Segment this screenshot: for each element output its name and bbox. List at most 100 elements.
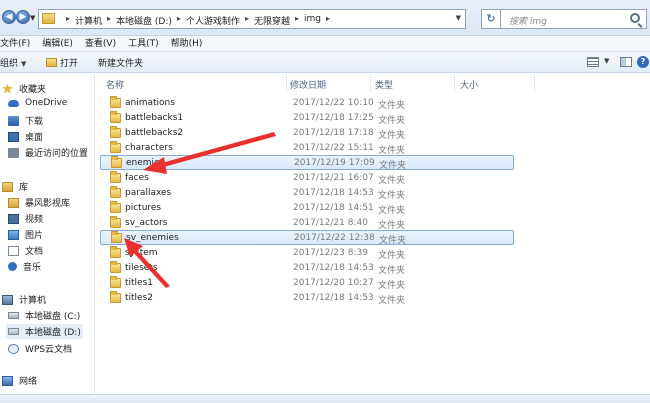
- file-name: titles2: [125, 293, 154, 303]
- folder-icon: [110, 246, 121, 258]
- file-row[interactable]: parallaxes 2017/12/18 14:53 文件夹: [100, 186, 514, 201]
- file-type: 文件夹: [378, 116, 406, 126]
- file-row[interactable]: characters 2017/12/22 15:11 文件夹: [100, 141, 514, 156]
- view-options-icon[interactable]: [587, 57, 599, 67]
- file-row[interactable]: titles2 2017/12/18 14:53 文件夹: [100, 291, 514, 306]
- organize-button[interactable]: 组织 ▼: [0, 56, 26, 69]
- open-button[interactable]: 打开: [46, 56, 78, 69]
- search-placeholder: 搜索 img: [509, 17, 547, 27]
- file-modified: 2017/12/18 17:25: [293, 113, 374, 123]
- sidebar-network[interactable]: 网络: [2, 374, 37, 387]
- breadcrumb-project[interactable]: 无限穿越: [254, 14, 290, 27]
- column-divider[interactable]: [534, 74, 535, 92]
- file-row-selected[interactable]: sv_enemies 2017/12/22 12:38 文件夹: [100, 230, 514, 246]
- file-row[interactable]: pictures 2017/12/18 14:51 文件夹: [100, 201, 514, 216]
- breadcrumb-separator-icon[interactable]: ▸: [102, 14, 116, 27]
- file-row[interactable]: battlebacks2 2017/12/18 17:18 文件夹: [100, 126, 514, 141]
- file-row[interactable]: animations 2017/12/22 10:10 文件夹: [100, 96, 514, 111]
- file-name: titles1: [125, 278, 154, 288]
- breadcrumb-separator-icon[interactable]: ▸: [61, 14, 75, 27]
- search-icon[interactable]: [630, 13, 640, 23]
- file-row-selected[interactable]: enemies 2017/12/19 17:09 文件夹: [100, 155, 514, 171]
- sidebar-item-wps-cloud[interactable]: WPS云文档: [8, 342, 72, 355]
- sidebar-item-drive-c[interactable]: 本地磁盘 (C:): [8, 309, 80, 322]
- file-row[interactable]: battlebacks1 2017/12/18 17:25 文件夹: [100, 111, 514, 126]
- file-type: 文件夹: [378, 281, 406, 291]
- file-row[interactable]: titles1 2017/12/20 10:27 文件夹: [100, 276, 514, 291]
- new-folder-button[interactable]: 新建文件夹: [98, 56, 143, 69]
- column-divider[interactable]: [454, 74, 455, 92]
- chevron-down-icon[interactable]: ▼: [604, 57, 609, 65]
- video-icon: [8, 213, 19, 224]
- help-icon[interactable]: ?: [637, 56, 649, 68]
- folder-icon: [111, 156, 122, 168]
- file-row[interactable]: faces 2017/12/21 16:07 文件夹: [100, 171, 514, 186]
- file-modified: 2017/12/22 15:11: [293, 143, 374, 153]
- star-icon: [2, 83, 13, 94]
- breadcrumb-separator-icon[interactable]: ▸: [172, 14, 186, 27]
- breadcrumb-game-dev[interactable]: 个人游戏制作: [186, 14, 240, 27]
- open-label: 打开: [60, 59, 79, 69]
- folder-icon: [111, 231, 122, 243]
- menu-edit[interactable]: 编辑(E): [36, 36, 79, 51]
- address-dropdown-icon[interactable]: ▼: [456, 14, 461, 22]
- menu-tools[interactable]: 工具(T): [122, 36, 165, 51]
- menu-file[interactable]: 文件(F): [0, 36, 36, 51]
- forward-arrow-icon[interactable]: ▶: [16, 10, 30, 24]
- column-type[interactable]: 类型: [375, 78, 393, 91]
- sidebar-item-pictures[interactable]: 图片: [8, 228, 43, 241]
- file-row[interactable]: sv_actors 2017/12/21 8:40 文件夹: [100, 216, 514, 231]
- breadcrumb-computer[interactable]: 计算机: [75, 14, 102, 27]
- sidebar-item-baofeng[interactable]: 暴风影视库: [8, 196, 70, 209]
- preview-pane-icon[interactable]: [620, 57, 632, 67]
- sidebar-item-recent[interactable]: 最近访问的位置: [8, 146, 88, 159]
- recent-pages-dropdown-icon[interactable]: ▼: [30, 14, 35, 22]
- column-header-row: 名称 修改日期 类型 大小: [96, 74, 650, 92]
- breadcrumb-separator-icon[interactable]: ▸: [321, 14, 335, 27]
- file-type: 文件夹: [379, 236, 407, 246]
- file-type: 文件夹: [378, 251, 406, 261]
- sidebar-item-onedrive[interactable]: OneDrive: [8, 98, 67, 108]
- file-modified: 2017/12/18 14:53: [293, 188, 374, 198]
- sidebar-item-label: 计算机: [19, 296, 47, 306]
- address-box[interactable]: ▸ 计算机 ▸ 本地磁盘 (D:) ▸ 个人游戏制作 ▸ 无限穿越 ▸ img …: [38, 9, 466, 29]
- cloud-icon: [8, 99, 19, 107]
- menu-help[interactable]: 帮助(H): [165, 36, 209, 51]
- breadcrumb-separator-icon[interactable]: ▸: [240, 14, 254, 27]
- sidebar-item-desktop[interactable]: 桌面: [8, 130, 43, 143]
- sidebar-item-documents[interactable]: 文档: [8, 244, 43, 257]
- sidebar-item-music[interactable]: 音乐: [8, 260, 41, 273]
- sidebar-item-videos[interactable]: 视频: [8, 212, 43, 225]
- menu-view[interactable]: 查看(V): [79, 36, 122, 51]
- breadcrumb-separator-icon[interactable]: ▸: [290, 14, 304, 27]
- column-modified[interactable]: 修改日期: [290, 78, 326, 91]
- column-size[interactable]: 大小: [460, 78, 478, 91]
- file-name: characters: [125, 143, 173, 153]
- file-name: animations: [125, 98, 175, 108]
- sidebar-item-label: 暴风影视库: [25, 199, 71, 209]
- column-divider[interactable]: [370, 74, 371, 92]
- sidebar-libraries-header[interactable]: 库: [2, 180, 28, 193]
- sidebar-favorites-header[interactable]: 收藏夹: [2, 82, 46, 95]
- file-row[interactable]: system 2017/12/23 8:39 文件夹: [100, 246, 514, 261]
- folder-icon: [110, 141, 121, 153]
- folder-icon: [110, 96, 121, 108]
- column-divider[interactable]: [286, 74, 287, 92]
- folder-icon: [110, 216, 121, 228]
- open-folder-icon: [46, 58, 57, 67]
- sidebar-item-drive-d[interactable]: 本地磁盘 (D:): [6, 324, 83, 339]
- column-name[interactable]: 名称: [106, 78, 124, 91]
- refresh-icon[interactable]: ↻: [481, 9, 501, 29]
- sidebar-item-downloads[interactable]: 下载: [8, 114, 43, 127]
- back-arrow-icon[interactable]: ◀: [2, 10, 16, 24]
- folder-icon: [110, 186, 121, 198]
- breadcrumb-img[interactable]: img: [304, 14, 321, 27]
- file-type: 文件夹: [378, 131, 406, 141]
- file-row[interactable]: tilesets 2017/12/18 14:53 文件夹: [100, 261, 514, 276]
- sidebar-item-label: 本地磁盘 (D:): [25, 328, 81, 338]
- sidebar-computer-header[interactable]: 计算机: [2, 293, 46, 306]
- search-input[interactable]: 搜索 img: [500, 9, 647, 29]
- sidebar-item-label: 最近访问的位置: [25, 149, 89, 159]
- breadcrumb-drive-d[interactable]: 本地磁盘 (D:): [116, 14, 172, 27]
- file-name: parallaxes: [125, 188, 172, 198]
